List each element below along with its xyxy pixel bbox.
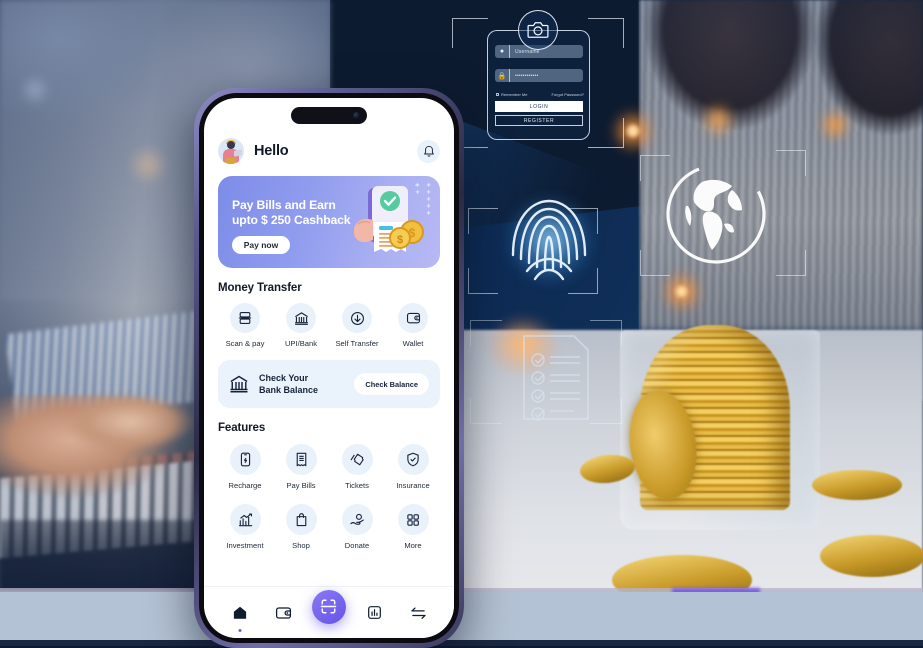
tile-scan-and-pay[interactable]: Scan & pay: [218, 303, 272, 348]
features-grid-row1: Recharge Pay Bills Tickets: [218, 444, 440, 490]
notification-button[interactable]: [417, 140, 440, 163]
bokeh-glow: [818, 108, 852, 142]
tile-label: Recharge: [229, 481, 262, 490]
tile-label: Donate: [345, 541, 370, 550]
features-grid-row2: Investment Shop Donate: [218, 504, 440, 550]
tile-label: Pay Bills: [286, 481, 315, 490]
balance-line1: Check Your: [259, 372, 318, 384]
tile-label: Scan & pay: [226, 339, 265, 348]
promo-banner[interactable]: Pay Bills and Earn upto $ 250 Cashback P…: [218, 176, 440, 268]
bokeh-glow: [128, 145, 168, 185]
fingerprint-scan-icon: [505, 193, 593, 285]
coin-loose-3: [820, 535, 923, 577]
arrow-down-circle-icon: [342, 303, 372, 333]
tile-pay-bills[interactable]: Pay Bills: [274, 444, 328, 490]
tile-label: Shop: [292, 541, 310, 550]
bottom-nav: [204, 586, 454, 638]
bokeh-core: [676, 286, 687, 297]
shopping-bag-icon: [286, 504, 317, 535]
pay-now-button[interactable]: Pay now: [232, 236, 290, 254]
grid-more-icon: [398, 504, 429, 535]
check-balance-card[interactable]: Check Your Bank Balance Check Balance: [218, 360, 440, 408]
app-content: Hello Pay Bills and Earn upto $ 250 Cash…: [204, 98, 454, 638]
wallet-icon: [398, 303, 428, 333]
money-transfer-title: Money Transfer: [218, 282, 440, 294]
transfer-arrows-icon: [410, 606, 427, 620]
ticket-icon: [342, 444, 373, 475]
money-transfer-grid: Scan & pay UPI/Bank Self Transfer: [218, 303, 440, 348]
avatar[interactable]: [218, 138, 244, 164]
wallet-icon: [275, 605, 292, 621]
password-field[interactable]: 🔒 ••••••••••••: [495, 69, 583, 82]
login-meta-row: Remember Me Forgot Password?: [496, 92, 584, 97]
tile-investment[interactable]: Investment: [218, 504, 272, 550]
checklist-document-icon: [518, 330, 594, 425]
balance-card-text: Check Your Bank Balance: [259, 372, 318, 396]
tile-insurance[interactable]: Insurance: [386, 444, 440, 490]
receipt-icon: [286, 444, 317, 475]
svg-text:$: $: [397, 234, 403, 246]
bar-chart-icon: [367, 605, 382, 620]
tile-upi-bank[interactable]: UPI/Bank: [274, 303, 328, 348]
camera-icon: [527, 21, 549, 39]
app-header: Hello: [218, 134, 440, 168]
tile-more[interactable]: More: [386, 504, 440, 550]
shield-check-icon: [398, 444, 429, 475]
tile-label: Wallet: [403, 339, 424, 348]
camera-badge: [518, 10, 558, 50]
tile-label: UPI/Bank: [285, 339, 317, 348]
donate-hand-icon: [342, 504, 373, 535]
tile-self-transfer[interactable]: Self Transfer: [330, 303, 384, 348]
active-indicator-dot: [238, 629, 241, 632]
tile-label: Insurance: [396, 481, 429, 490]
register-button[interactable]: REGISTER: [495, 115, 583, 126]
tile-label: Investment: [226, 541, 263, 550]
bank-icon: [286, 303, 316, 333]
bokeh-glow: [20, 75, 50, 105]
tile-label: Tickets: [345, 481, 369, 490]
tile-label: More: [404, 541, 421, 550]
bottom-strip: [0, 640, 923, 646]
remember-me-checkbox[interactable]: Remember Me: [496, 92, 527, 97]
lock-icon: 🔒: [495, 69, 510, 82]
password-value: ••••••••••••: [510, 73, 583, 79]
mobile-recharge-icon: [230, 444, 261, 475]
tile-shop[interactable]: Shop: [274, 504, 328, 550]
tile-label: Self Transfer: [335, 339, 378, 348]
globe-icon: [662, 160, 770, 268]
page-title: Hello: [254, 143, 288, 159]
check-balance-button[interactable]: Check Balance: [354, 373, 429, 395]
bank-icon: [229, 374, 249, 394]
tile-recharge[interactable]: Recharge: [218, 444, 272, 490]
bokeh-core: [627, 125, 639, 137]
user-icon: ●: [495, 45, 510, 58]
nav-stats[interactable]: [360, 598, 390, 628]
promo-illustration: $ $: [342, 184, 432, 262]
growth-chart-icon: [230, 504, 261, 535]
nav-transfer[interactable]: [403, 598, 433, 628]
features-title: Features: [218, 422, 440, 434]
phone-screen: Hello Pay Bills and Earn upto $ 250 Cash…: [204, 98, 454, 638]
home-icon: [232, 605, 248, 621]
tile-tickets[interactable]: Tickets: [330, 444, 384, 490]
tile-wallet[interactable]: Wallet: [386, 303, 440, 348]
nav-wallet[interactable]: [268, 598, 298, 628]
tile-donate[interactable]: Donate: [330, 504, 384, 550]
scan-qr-icon: [320, 598, 337, 615]
forgot-password-link[interactable]: Forgot Password?: [552, 92, 584, 97]
bokeh-glow: [700, 102, 736, 138]
nav-home[interactable]: [225, 598, 255, 628]
scan-pay-icon: [230, 303, 260, 333]
login-button[interactable]: LOGIN: [495, 101, 583, 112]
username-placeholder: Username: [510, 49, 583, 55]
balance-line2: Bank Balance: [259, 384, 318, 396]
phone-bezel: Hello Pay Bills and Earn upto $ 250 Cash…: [199, 93, 459, 643]
phone-mockup: Hello Pay Bills and Earn upto $ 250 Cash…: [194, 88, 464, 648]
remember-me-label: Remember Me: [501, 92, 527, 97]
bell-icon: [423, 145, 435, 158]
bg-fingers: [55, 392, 205, 462]
coin-loose-2: [812, 470, 902, 500]
nav-scan-fab[interactable]: [312, 590, 346, 624]
